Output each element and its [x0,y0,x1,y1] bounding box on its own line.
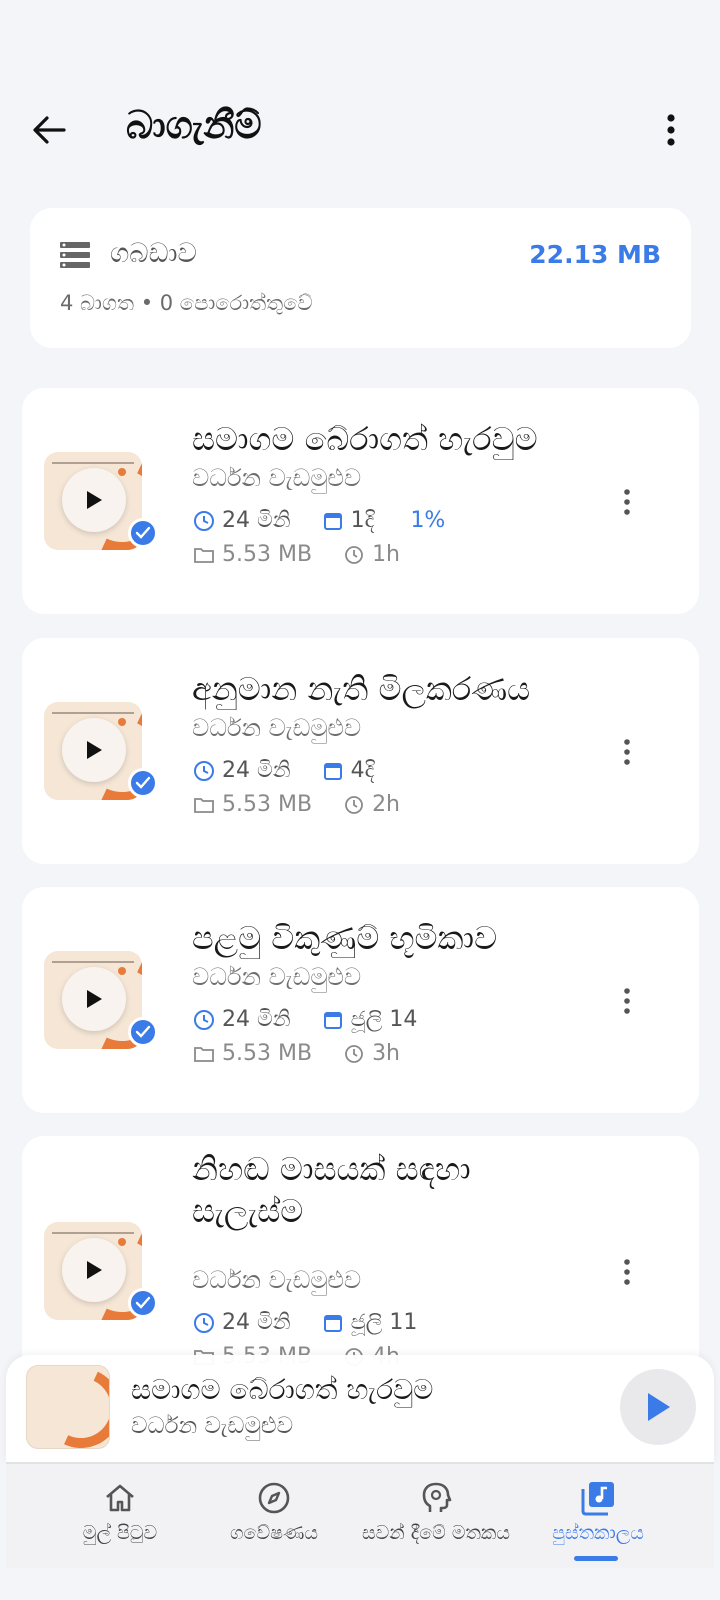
arrow-left-icon [33,116,66,144]
episode-title: අනුමාන නැති මිලකරණය [192,670,531,708]
storage-label: ගබඩාව [110,238,197,269]
head-gear-icon [348,1478,524,1518]
episode-meta: 24 මිනි ජූලි 11 [192,1310,417,1335]
nav-item-library[interactable]: පුස්තකාලය [510,1478,686,1558]
home-icon [32,1478,208,1518]
compass-icon [186,1478,362,1518]
episode-title: නිහඬ මාසයක් සඳහා සැලැස්ම [192,1150,471,1230]
play-button[interactable] [62,967,126,1031]
mini-player-play-button[interactable] [620,1369,696,1445]
downloaded-check-icon [128,518,158,548]
downloaded-check-icon [128,1017,158,1047]
more-vertical-icon [667,114,675,146]
date: 4දි [350,758,375,783]
date: 1දි [350,508,375,533]
episode-author: වර්ධන වැඩමුළුව [192,714,362,742]
nav-item-explore[interactable]: ගවේෂණය [186,1478,362,1558]
calendar-icon [321,1311,345,1335]
file-size: 5.53 MB [222,542,313,567]
play-button[interactable] [62,718,126,782]
episode-file-meta: 5.53 MB 2h [192,792,400,817]
file-size: 5.53 MB [222,1041,313,1066]
bottom-navigation: මුල් පිටුව ගවේෂණය සවන් දීමේ මතකය පුස්තකා… [6,1462,714,1568]
more-vertical-icon [624,988,630,1014]
item-menu-button[interactable] [617,1252,637,1292]
mini-player-title: සමාගම බේරාගත් හැරවුම [131,1373,434,1406]
mini-player[interactable]: සමාගම බේරාගත් හැරවුම වර්ධන වැඩමුළුව [6,1355,714,1463]
play-button[interactable] [62,1238,126,1302]
duration: 24 මිනි [222,1310,291,1335]
folder-icon [192,543,216,567]
nav-item-home[interactable]: මුල් පිටුව [32,1478,208,1558]
mini-player-author: වර්ධන වැඩමුළුව [131,1413,294,1439]
episode-file-meta: 5.53 MB 3h [192,1041,400,1066]
active-tab-indicator [574,1556,618,1561]
download-age: 1h [372,542,401,567]
folder-icon [192,1042,216,1066]
overflow-menu-button[interactable] [656,109,686,151]
app-header: බාගැනීම් [0,95,720,163]
clock-icon [192,1311,216,1335]
nav-label: ගවේෂණය [229,1522,319,1544]
download-item[interactable]: අනුමාන නැති මිලකරණය වර්ධන වැඩමුළුව 24 මි… [22,638,699,864]
back-button[interactable] [28,109,70,151]
page-title: බාගැනීම් [126,103,262,147]
library-music-icon [510,1478,686,1518]
more-vertical-icon [624,489,630,515]
play-icon [87,990,102,1008]
play-icon [648,1393,670,1421]
play-icon [87,1261,102,1279]
play-button[interactable] [62,468,126,532]
file-size: 5.53 MB [222,792,313,817]
date: ජූලි 14 [350,1007,418,1032]
duration: 24 මිනි [222,758,291,783]
storage-stats: 4 බාගත • 0 පොරොත්තුවේ [60,291,313,315]
mini-player-thumbnail[interactable] [26,1365,110,1449]
item-menu-button[interactable] [617,482,637,522]
duration: 24 මිනි [222,508,291,533]
clock-icon [192,509,216,533]
calendar-icon [321,509,345,533]
date: ජූලි 11 [350,1310,418,1335]
nav-label: සවන් දීමේ මතකය [361,1522,511,1544]
episode-title: සමාගම බේරාගත් හැරවුම [192,420,538,458]
storage-size: 22.13 MB [529,240,661,269]
episode-meta: 24 මිනි ජූලි 14 [192,1007,417,1032]
storage-list-icon [60,242,90,272]
downloaded-check-icon [128,1288,158,1318]
episode-author: වර්ධන වැඩමුළුව [192,963,362,991]
duration: 24 මිනි [222,1007,291,1032]
clock-icon [342,793,366,817]
download-item[interactable]: සමාගම බේරාගත් හැරවුම වර්ධන වැඩමුළුව 24 ම… [22,388,699,614]
more-vertical-icon [624,1259,630,1285]
episode-author: වර්ධන වැඩමුළුව [192,1266,362,1294]
progress-percent: 1% [410,508,446,533]
item-menu-button[interactable] [617,732,637,772]
play-icon [87,491,102,509]
downloaded-check-icon [128,768,158,798]
download-item[interactable]: පළමු විකුණුම් භූමිකාව වර්ධන වැඩමුළුව 24 … [22,887,699,1113]
item-menu-button[interactable] [617,981,637,1021]
clock-icon [342,1042,366,1066]
nav-label: පුස්තකාලය [552,1522,644,1544]
more-vertical-icon [624,739,630,765]
calendar-icon [321,759,345,783]
download-age: 2h [372,792,401,817]
storage-card: ගබඩාව 22.13 MB 4 බාගත • 0 පොරොත්තුවේ [30,208,691,348]
clock-icon [192,759,216,783]
calendar-icon [321,1008,345,1032]
folder-icon [192,793,216,817]
episode-title: පළමු විකුණුම් භූමිකාව [192,919,498,957]
nav-item-listening-history[interactable]: සවන් දීමේ මතකය [348,1478,524,1558]
clock-icon [342,543,366,567]
play-icon [87,741,102,759]
episode-file-meta: 5.53 MB 1h [192,542,400,567]
clock-icon [192,1008,216,1032]
episode-meta: 24 මිනි 4දි [192,758,374,783]
episode-meta: 24 මිනි 1දි 1% [192,508,445,533]
nav-label: මුල් පිටුව [82,1522,158,1544]
episode-author: වර්ධන වැඩමුළුව [192,464,362,492]
download-age: 3h [372,1041,401,1066]
